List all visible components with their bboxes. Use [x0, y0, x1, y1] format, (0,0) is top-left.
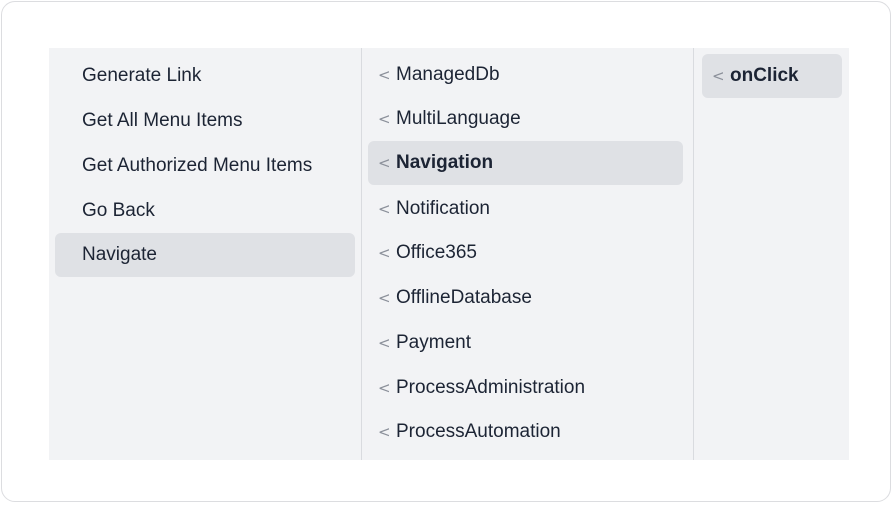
chevron-left-icon: <	[378, 423, 391, 441]
menu-column-events: < onClick	[694, 48, 849, 460]
menu-item-navigation[interactable]: < Navigation	[368, 141, 683, 185]
menu-item-office365[interactable]: < Office365	[368, 231, 683, 275]
menu-item-multilanguage[interactable]: < MultiLanguage	[368, 97, 683, 141]
menu-item-label: ProcessAdministration	[396, 377, 586, 398]
menu-item-get-all-menu-items[interactable]: Get All Menu Items	[55, 99, 355, 143]
menu-item-payment[interactable]: < Payment	[368, 321, 683, 365]
menu-item-go-back[interactable]: Go Back	[55, 189, 355, 233]
chevron-left-icon: <	[378, 154, 391, 172]
chevron-left-icon: <	[378, 200, 391, 218]
menu-item-label: Payment	[396, 332, 471, 353]
cascading-menu: Generate Link Get All Menu Items Get Aut…	[49, 48, 849, 460]
chevron-left-icon: <	[378, 110, 391, 128]
menu-column-actions: Generate Link Get All Menu Items Get Aut…	[49, 48, 362, 460]
chevron-left-icon: <	[378, 66, 391, 84]
chevron-left-icon: <	[712, 67, 725, 85]
menu-item-processadministration[interactable]: < ProcessAdministration	[368, 366, 683, 410]
menu-item-label: Get Authorized Menu Items	[82, 155, 313, 176]
chevron-left-icon: <	[378, 289, 391, 307]
menu-item-navigate[interactable]: Navigate	[55, 233, 355, 277]
menu-item-label: MultiLanguage	[396, 108, 521, 129]
menu-item-label: ManagedDb	[396, 64, 500, 85]
menu-item-onclick[interactable]: < onClick	[702, 54, 842, 98]
menu-item-offlinedatabase[interactable]: < OfflineDatabase	[368, 276, 683, 320]
menu-item-label: ProcessAutomation	[396, 421, 561, 442]
menu-item-label: Navigation	[396, 152, 494, 173]
menu-item-manageddb[interactable]: < ManagedDb	[368, 53, 683, 97]
menu-item-label: Get All Menu Items	[82, 110, 243, 131]
menu-item-get-authorized-menu-items[interactable]: Get Authorized Menu Items	[55, 144, 355, 188]
card-frame: Generate Link Get All Menu Items Get Aut…	[1, 1, 891, 502]
menu-item-generate-link[interactable]: Generate Link	[55, 54, 355, 98]
menu-item-label: Navigate	[82, 244, 157, 265]
menu-item-label: Generate Link	[82, 65, 202, 86]
menu-item-processautomation[interactable]: < ProcessAutomation	[368, 410, 683, 454]
menu-item-label: OfflineDatabase	[396, 287, 532, 308]
menu-item-label: onClick	[730, 65, 799, 86]
menu-column-modules: < ManagedDb < MultiLanguage < Navigation…	[362, 48, 694, 460]
chevron-left-icon: <	[378, 244, 391, 262]
menu-item-notification[interactable]: < Notification	[368, 187, 683, 231]
chevron-left-icon: <	[378, 334, 391, 352]
chevron-left-icon: <	[378, 379, 391, 397]
menu-item-label: Go Back	[82, 200, 155, 221]
menu-item-label: Office365	[396, 242, 477, 263]
menu-item-label: Notification	[396, 198, 490, 219]
